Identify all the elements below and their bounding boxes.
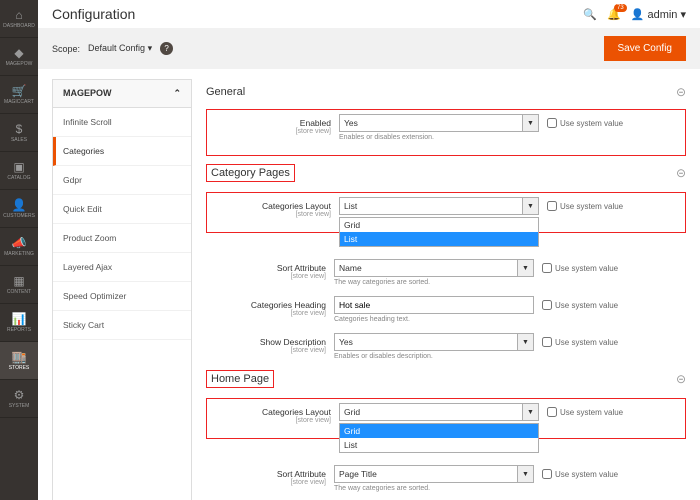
- topbar: Configuration 🔍 🔔73 👤 admin ▾: [38, 0, 700, 28]
- chevron-down-icon: ▼: [518, 333, 534, 351]
- catalog-icon: ▣: [13, 160, 24, 174]
- search-icon[interactable]: 🔍: [583, 8, 597, 21]
- config-leftnav: MAGEPOW ⌃ Infinite ScrollCategoriesGdprQ…: [52, 79, 192, 500]
- highlight-general-enabled: Enabled [store view] Yes ▼ Enables or di…: [206, 109, 686, 156]
- dashboard-icon: ⌂: [15, 8, 22, 22]
- field-label: Categories Layout: [262, 201, 331, 211]
- leftnav-item-infinite-scroll[interactable]: Infinite Scroll: [53, 108, 191, 137]
- field-label: Categories Layout: [262, 407, 331, 417]
- use-system-value[interactable]: Use system value: [547, 114, 623, 128]
- sidebar-item-system[interactable]: ⚙SYSTEM: [0, 380, 38, 418]
- chevron-down-icon: ▼: [523, 403, 539, 421]
- scope-bar: Scope: Default Config ▾ ? Save Config: [38, 28, 700, 69]
- sidebar-item-customers[interactable]: 👤CUSTOMERS: [0, 190, 38, 228]
- leftnav-item-gdpr[interactable]: Gdpr: [53, 166, 191, 195]
- admin-sidebar: ⌂DASHBOARD◆MAGEPOW🛒MAGICCART$SALES▣CATAL…: [0, 0, 38, 500]
- main-area: Configuration 🔍 🔔73 👤 admin ▾ Scope: Def…: [38, 0, 700, 500]
- category-heading-input[interactable]: [334, 296, 534, 314]
- content-icon: ▦: [13, 274, 24, 288]
- admin-menu[interactable]: 👤 admin ▾: [631, 8, 686, 21]
- home-layout-select[interactable]: Grid ▼: [339, 403, 539, 421]
- scope-select[interactable]: Default Config ▾: [88, 43, 152, 54]
- leftnav-item-product-zoom[interactable]: Product Zoom: [53, 224, 191, 253]
- field-label: Sort Attribute: [277, 263, 326, 273]
- enabled-select[interactable]: Yes ▼: [339, 114, 539, 132]
- save-config-button[interactable]: Save Config: [604, 36, 686, 61]
- category-showdesc-select[interactable]: Yes ▼: [334, 333, 534, 351]
- leftnav-item-layered-ajax[interactable]: Layered Ajax: [53, 253, 191, 282]
- category-layout-select[interactable]: List ▼: [339, 197, 539, 215]
- use-system-value[interactable]: Use system value: [542, 465, 618, 479]
- category-layout-options: Grid List: [339, 217, 539, 247]
- option-grid[interactable]: Grid: [340, 218, 538, 232]
- scope-label: Scope:: [52, 44, 80, 54]
- magepow-icon: ◆: [14, 46, 23, 60]
- section-home-title: Home Page ⊝: [206, 370, 686, 388]
- system-icon: ⚙: [14, 388, 25, 402]
- sidebar-item-stores[interactable]: 🏬STORES: [0, 342, 38, 380]
- leftnav-item-sticky-cart[interactable]: Sticky Cart: [53, 311, 191, 340]
- page-title: Configuration: [52, 6, 583, 22]
- option-list[interactable]: List: [340, 438, 538, 452]
- sidebar-item-magepow[interactable]: ◆MAGEPOW: [0, 38, 38, 76]
- section-general-title: General ⊝: [206, 85, 686, 99]
- collapse-icon[interactable]: ⊝: [676, 166, 686, 180]
- sidebar-item-catalog[interactable]: ▣CATALOG: [0, 152, 38, 190]
- sidebar-item-magiccart[interactable]: 🛒MAGICCART: [0, 76, 38, 114]
- sidebar-item-reports[interactable]: 📊REPORTS: [0, 304, 38, 342]
- category-sort-select[interactable]: Name ▼: [334, 259, 534, 277]
- field-label: Categories Heading: [251, 300, 326, 310]
- collapse-icon[interactable]: ⊝: [676, 372, 686, 386]
- field-label: Enabled: [300, 118, 331, 128]
- sales-icon: $: [16, 122, 23, 136]
- highlight-category-layout: Categories Layout [store view] List ▼ Gr…: [206, 192, 686, 233]
- leftnav-item-speed-optimizer[interactable]: Speed Optimizer: [53, 282, 191, 311]
- field-label: Show Description: [260, 337, 326, 347]
- customers-icon: 👤: [12, 198, 27, 212]
- section-category-title: Category Pages ⊝: [206, 164, 686, 182]
- highlight-home-layout: Categories Layout [store view] Grid ▼ Gr…: [206, 398, 686, 439]
- use-system-value[interactable]: Use system value: [542, 296, 618, 310]
- option-grid[interactable]: Grid: [340, 424, 538, 438]
- use-system-value[interactable]: Use system value: [542, 259, 618, 273]
- form-area: General ⊝ Enabled [store view] Yes ▼: [206, 79, 686, 500]
- use-system-value[interactable]: Use system value: [547, 197, 623, 211]
- sidebar-item-dashboard[interactable]: ⌂DASHBOARD: [0, 0, 38, 38]
- use-system-value[interactable]: Use system value: [542, 333, 618, 347]
- home-sort-select[interactable]: Page Title ▼: [334, 465, 534, 483]
- collapse-icon[interactable]: ⊝: [676, 85, 686, 99]
- chevron-down-icon: ▼: [518, 259, 534, 277]
- reports-icon: 📊: [12, 312, 27, 326]
- home-layout-options: Grid List: [339, 423, 539, 453]
- use-system-value[interactable]: Use system value: [547, 403, 623, 417]
- stores-icon: 🏬: [12, 350, 27, 364]
- magiccart-icon: 🛒: [12, 84, 27, 98]
- chevron-down-icon: ▼: [523, 197, 539, 215]
- marketing-icon: 📣: [12, 236, 27, 250]
- sidebar-item-marketing[interactable]: 📣MARKETING: [0, 228, 38, 266]
- chevron-down-icon: ▼: [518, 465, 534, 483]
- field-label: Sort Attribute: [277, 469, 326, 479]
- leftnav-group-header[interactable]: MAGEPOW ⌃: [53, 80, 191, 108]
- chevron-down-icon: ▼: [523, 114, 539, 132]
- leftnav-item-quick-edit[interactable]: Quick Edit: [53, 195, 191, 224]
- notif-count: 73: [614, 4, 627, 12]
- sidebar-item-sales[interactable]: $SALES: [0, 114, 38, 152]
- leftnav-item-categories[interactable]: Categories: [53, 137, 191, 166]
- notifications-icon[interactable]: 🔔73: [607, 8, 621, 21]
- chevron-up-icon: ⌃: [173, 88, 181, 99]
- option-list[interactable]: List: [340, 232, 538, 246]
- help-icon[interactable]: ?: [160, 42, 173, 55]
- sidebar-item-content[interactable]: ▦CONTENT: [0, 266, 38, 304]
